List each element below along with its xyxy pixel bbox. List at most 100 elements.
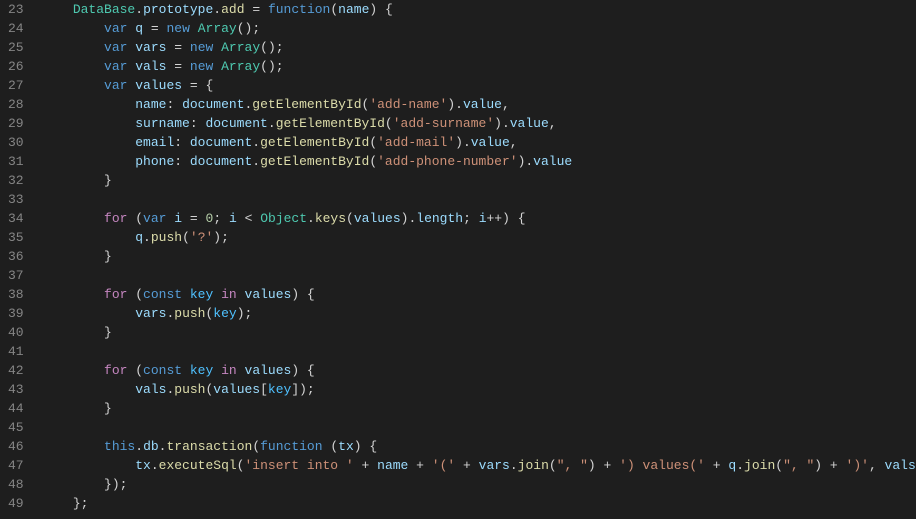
token: =	[174, 59, 182, 74]
code-editor[interactable]: 2324252627282930313233343536373839404142…	[0, 0, 916, 519]
token: phone	[135, 154, 174, 169]
token	[213, 363, 221, 378]
token: values	[245, 363, 292, 378]
token: +	[713, 458, 721, 473]
token: keys	[315, 211, 346, 226]
token: value	[533, 154, 572, 169]
token: (	[252, 439, 260, 454]
token	[213, 287, 221, 302]
token: .	[213, 2, 221, 17]
code-line[interactable]: };	[42, 494, 916, 513]
code-line[interactable]	[42, 190, 916, 209]
code-line[interactable]: var vars = new Array();	[42, 38, 916, 57]
code-line[interactable]: }	[42, 171, 916, 190]
token	[182, 287, 190, 302]
code-line[interactable]: tx.executeSql('insert into ' + name + '(…	[42, 456, 916, 475]
code-line[interactable]: }	[42, 323, 916, 342]
line-number: 26	[8, 57, 24, 76]
token: .	[151, 458, 159, 473]
token: ++	[487, 211, 503, 226]
token: ).	[447, 97, 463, 112]
token: key	[190, 363, 213, 378]
token: ).	[401, 211, 417, 226]
code-line[interactable]: }	[42, 247, 916, 266]
token: 'add-name'	[369, 97, 447, 112]
token: :	[166, 97, 182, 112]
token: ) {	[502, 211, 525, 226]
code-line[interactable]: email: document.getElementById('add-mail…	[42, 133, 916, 152]
token: (	[346, 211, 354, 226]
code-line[interactable]	[42, 342, 916, 361]
token: q	[135, 230, 143, 245]
code-line[interactable]: }	[42, 399, 916, 418]
token: join	[744, 458, 775, 473]
code-line[interactable]: var values = {	[42, 76, 916, 95]
token: .	[736, 458, 744, 473]
code-line[interactable]: name: document.getElementById('add-name'…	[42, 95, 916, 114]
token: length	[416, 211, 463, 226]
line-number: 25	[8, 38, 24, 57]
token: (	[775, 458, 783, 473]
token: vals	[135, 59, 166, 74]
line-number: 35	[8, 228, 24, 247]
token: .	[268, 116, 276, 131]
token: ) {	[369, 2, 392, 17]
code-line[interactable]: });	[42, 475, 916, 494]
token: key	[213, 306, 236, 321]
token: vars	[135, 306, 166, 321]
token: (	[127, 211, 143, 226]
token	[182, 78, 190, 93]
code-line[interactable]: q.push('?');	[42, 228, 916, 247]
token: (	[127, 363, 143, 378]
code-line[interactable]: vars.push(key);	[42, 304, 916, 323]
token: (	[330, 2, 338, 17]
line-number: 24	[8, 19, 24, 38]
token: key	[268, 382, 291, 397]
token: {	[198, 78, 214, 93]
token: i	[174, 211, 182, 226]
code-line[interactable]	[42, 266, 916, 285]
token: transaction	[166, 439, 252, 454]
line-number: 29	[8, 114, 24, 133]
token: .	[135, 439, 143, 454]
line-number: 34	[8, 209, 24, 228]
line-number: 30	[8, 133, 24, 152]
token	[213, 59, 221, 74]
token: .	[252, 154, 260, 169]
token: };	[73, 496, 89, 511]
line-number: 42	[8, 361, 24, 380]
token: vals	[885, 458, 916, 473]
code-line[interactable]	[42, 418, 916, 437]
token: 'add-phone-number'	[377, 154, 517, 169]
code-line[interactable]: DataBase.prototype.add = function(name) …	[42, 0, 916, 19]
code-line[interactable]: for (var i = 0; i < Object.keys(values).…	[42, 209, 916, 228]
token	[182, 40, 190, 55]
token: .	[252, 135, 260, 150]
line-number: 33	[8, 190, 24, 209]
token: const	[143, 363, 182, 378]
token	[705, 458, 713, 473]
line-number: 28	[8, 95, 24, 114]
code-line[interactable]: for (const key in values) {	[42, 285, 916, 304]
line-number: 47	[8, 456, 24, 475]
token: values	[213, 382, 260, 397]
code-line[interactable]: this.db.transaction(function (tx) {	[42, 437, 916, 456]
token: 'add-mail'	[377, 135, 455, 150]
code-area[interactable]: DataBase.prototype.add = function(name) …	[42, 0, 916, 519]
token	[198, 211, 206, 226]
token: )	[588, 458, 604, 473]
code-line[interactable]: phone: document.getElementById('add-phon…	[42, 152, 916, 171]
token	[237, 211, 245, 226]
token: new	[190, 40, 213, 55]
code-line[interactable]: for (const key in values) {	[42, 361, 916, 380]
token	[190, 21, 198, 36]
code-line[interactable]: var q = new Array();	[42, 19, 916, 38]
token: ,	[869, 458, 885, 473]
code-line[interactable]: surname: document.getElementById('add-su…	[42, 114, 916, 133]
token: ", "	[783, 458, 814, 473]
code-line[interactable]: vals.push(values[key]);	[42, 380, 916, 399]
token	[369, 458, 377, 473]
line-number: 46	[8, 437, 24, 456]
token: vars	[479, 458, 510, 473]
code-line[interactable]: var vals = new Array();	[42, 57, 916, 76]
